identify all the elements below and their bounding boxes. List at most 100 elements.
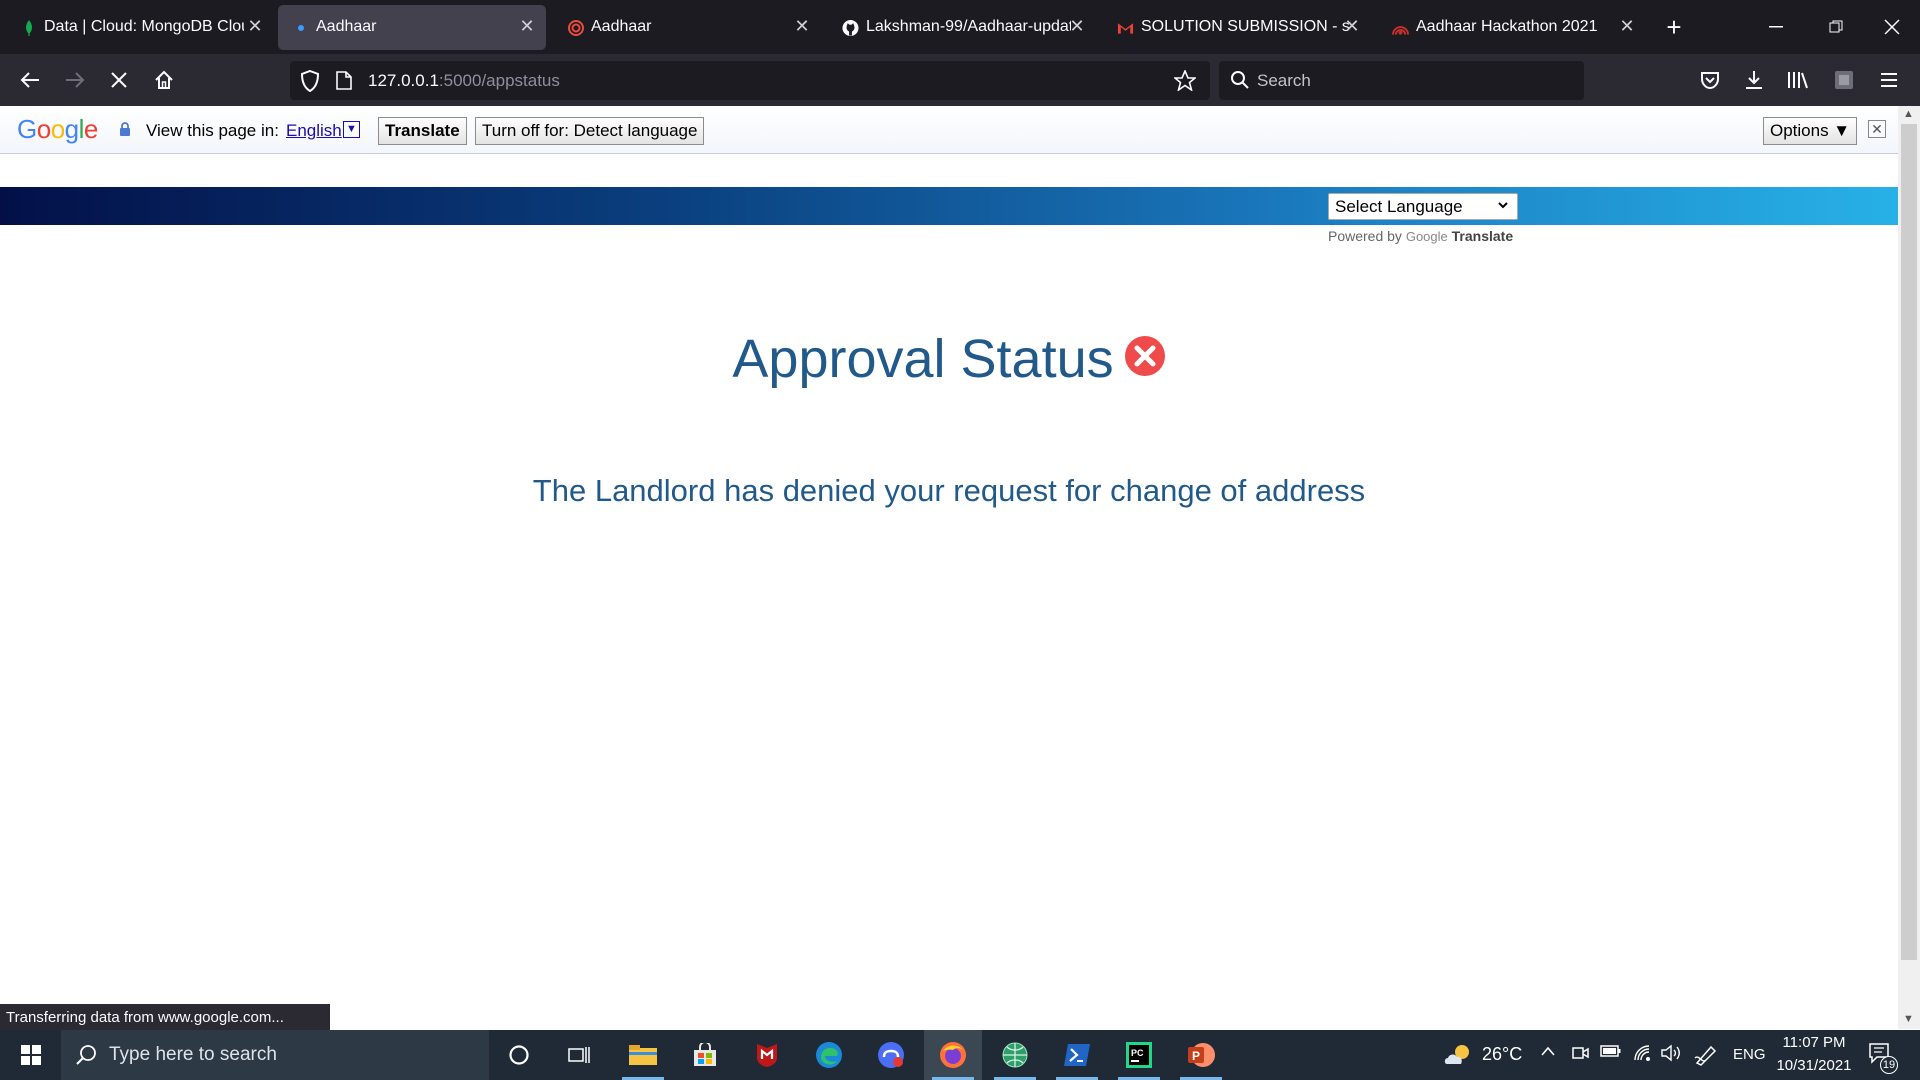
windows-start-icon[interactable] (2, 1030, 60, 1080)
library-icon[interactable] (1780, 62, 1816, 98)
tab-title: Aadhaar (316, 18, 377, 35)
scrollbar-thumb[interactable] (1901, 124, 1917, 960)
back-icon[interactable] (12, 62, 48, 98)
search-bar[interactable]: Search (1219, 61, 1584, 100)
firefox-icon[interactable] (924, 1030, 982, 1080)
url-path: :5000/appstatus (438, 71, 560, 90)
navigation-toolbar: 127.0.0.1:5000/appstatus Search (0, 54, 1920, 106)
search-placeholder: Search (1257, 71, 1311, 90)
meet-now-icon[interactable] (1571, 1044, 1589, 1067)
taskbar-search-box[interactable]: Type here to search (61, 1030, 489, 1080)
url-host: 127.0.0.1 (368, 71, 439, 90)
tab-aadhaar[interactable]: Aadhaar ✕ (553, 5, 821, 50)
header-banner (0, 187, 1898, 225)
select-language-dropdown[interactable]: Select Language (1328, 193, 1518, 220)
bookmark-star-icon[interactable] (1172, 68, 1198, 96)
battery-icon[interactable] (1600, 1044, 1622, 1063)
weather-icon[interactable] (1443, 1042, 1473, 1073)
tab-close-icon[interactable]: ✕ (1618, 17, 1636, 35)
status-bar: Transferring data from www.google.com... (0, 1004, 330, 1030)
options-button[interactable]: Options ▼ (1763, 117, 1858, 145)
approval-status-heading: Approval Status (0, 328, 1898, 390)
page-info-icon[interactable] (336, 71, 352, 95)
volume-icon[interactable] (1660, 1044, 1682, 1067)
tab-close-icon[interactable]: ✕ (793, 17, 811, 35)
weather-temperature[interactable]: 26°C (1482, 1044, 1522, 1065)
scroll-down-icon[interactable]: ▼ (1903, 1013, 1914, 1025)
tab-close-icon[interactable]: ✕ (1068, 17, 1086, 35)
tab-close-icon[interactable]: ✕ (1343, 17, 1361, 35)
pen-workspace-icon[interactable] (1694, 1044, 1718, 1071)
file-explorer-icon[interactable] (614, 1030, 672, 1080)
tab-mongodb[interactable]: Data | Cloud: MongoDB Cloud ✕ (6, 5, 268, 50)
view-page-label: View this page in: (146, 121, 279, 140)
close-translate-bar-icon[interactable]: ✕ (1868, 120, 1886, 138)
mongodb-leaf-icon (20, 19, 37, 36)
pycharm-icon[interactable]: PC (1110, 1030, 1168, 1080)
svg-text:PC: PC (1131, 1048, 1144, 1058)
tab-github[interactable]: Lakshman-99/Aadhaar-update ✕ (828, 5, 1096, 50)
clock-date[interactable]: 10/31/2021 (1774, 1057, 1854, 1074)
window-close-icon[interactable] (1864, 0, 1920, 54)
windows-taskbar: Type here to search PC P 26°C ENG 11:07 … (0, 1030, 1920, 1080)
scroll-up-icon[interactable]: ▲ (1903, 108, 1914, 120)
downloads-icon[interactable] (1736, 62, 1772, 98)
tab-aadhaar-active[interactable]: Aadhaar ✕ (278, 5, 546, 50)
status-message: The Landlord has denied your request for… (532, 473, 1366, 508)
error-x-circle-icon (1124, 328, 1166, 390)
stop-loading-icon[interactable] (101, 62, 137, 98)
github-icon (842, 19, 859, 36)
svg-text:P: P (1192, 1049, 1200, 1063)
lock-icon (119, 122, 131, 142)
url-bar[interactable]: 127.0.0.1:5000/appstatus (290, 61, 1210, 100)
tab-title: Aadhaar Hackathon 2021 (1416, 18, 1598, 35)
menu-icon[interactable] (1871, 62, 1907, 98)
powershell-icon[interactable] (1048, 1030, 1106, 1080)
restore-icon[interactable] (1808, 0, 1864, 54)
new-tab-icon[interactable]: + (1646, 0, 1702, 54)
tab-title: SOLUTION SUBMISSION - slak (1141, 18, 1351, 35)
language-dropdown[interactable]: English (286, 121, 342, 141)
tab-title: Lakshman-99/Aadhaar-update (866, 18, 1071, 35)
home-icon[interactable] (146, 62, 182, 98)
wifi-icon[interactable] (1633, 1044, 1653, 1067)
extension-icon[interactable] (1826, 62, 1862, 98)
tab-strip: Data | Cloud: MongoDB Cloud ✕ Aadhaar ✕ … (0, 0, 1920, 54)
page-title: Approval Status (732, 329, 1114, 389)
select-language-label: Select Language (1335, 197, 1463, 216)
network-globe-icon[interactable] (986, 1030, 1044, 1080)
gmail-icon (1117, 19, 1134, 36)
turn-off-button[interactable]: Turn off for: Detect language (475, 117, 705, 145)
input-language[interactable]: ENG (1733, 1046, 1766, 1063)
minimize-icon[interactable] (1748, 0, 1804, 54)
translate-label: Translate (1451, 228, 1514, 244)
edge-icon[interactable] (800, 1030, 858, 1080)
tab-close-icon[interactable]: ✕ (518, 17, 536, 35)
mcafee-icon[interactable] (738, 1030, 796, 1080)
search-icon (1230, 70, 1250, 95)
cortana-icon[interactable] (490, 1030, 548, 1080)
taskbar-search-placeholder: Type here to search (109, 1044, 277, 1065)
google-logo: Google (17, 114, 98, 144)
chevron-up-icon[interactable] (1540, 1044, 1556, 1062)
notification-count-badge: 19 (1880, 1056, 1898, 1074)
google-wordmark: Google (1405, 229, 1448, 244)
tab-title: Aadhaar (591, 18, 652, 35)
forward-icon[interactable] (57, 62, 93, 98)
powerpoint-icon[interactable]: P (1172, 1030, 1230, 1080)
search-icon (75, 1044, 97, 1071)
translate-button[interactable]: Translate (378, 117, 467, 145)
tab-title: Data | Cloud: MongoDB Cloud (44, 18, 244, 35)
clock-time[interactable]: 11:07 PM (1782, 1034, 1846, 1051)
url-text[interactable]: 127.0.0.1:5000/appstatus (368, 71, 560, 91)
tab-aadhaar-hackathon[interactable]: Aadhaar Hackathon 2021 ✕ (1378, 5, 1646, 50)
pocket-icon[interactable] (1692, 62, 1728, 98)
microsoft-store-icon[interactable] (676, 1030, 734, 1080)
task-view-icon[interactable] (551, 1030, 609, 1080)
tracking-shield-icon[interactable] (300, 69, 320, 97)
language-dropdown-arrow-icon[interactable]: ▼ (343, 121, 360, 138)
tab-close-icon[interactable]: ✕ (246, 17, 264, 35)
game-controller-icon[interactable] (862, 1030, 920, 1080)
chevron-down-icon (1497, 197, 1509, 217)
tab-gmail[interactable]: SOLUTION SUBMISSION - slak ✕ (1103, 5, 1371, 50)
